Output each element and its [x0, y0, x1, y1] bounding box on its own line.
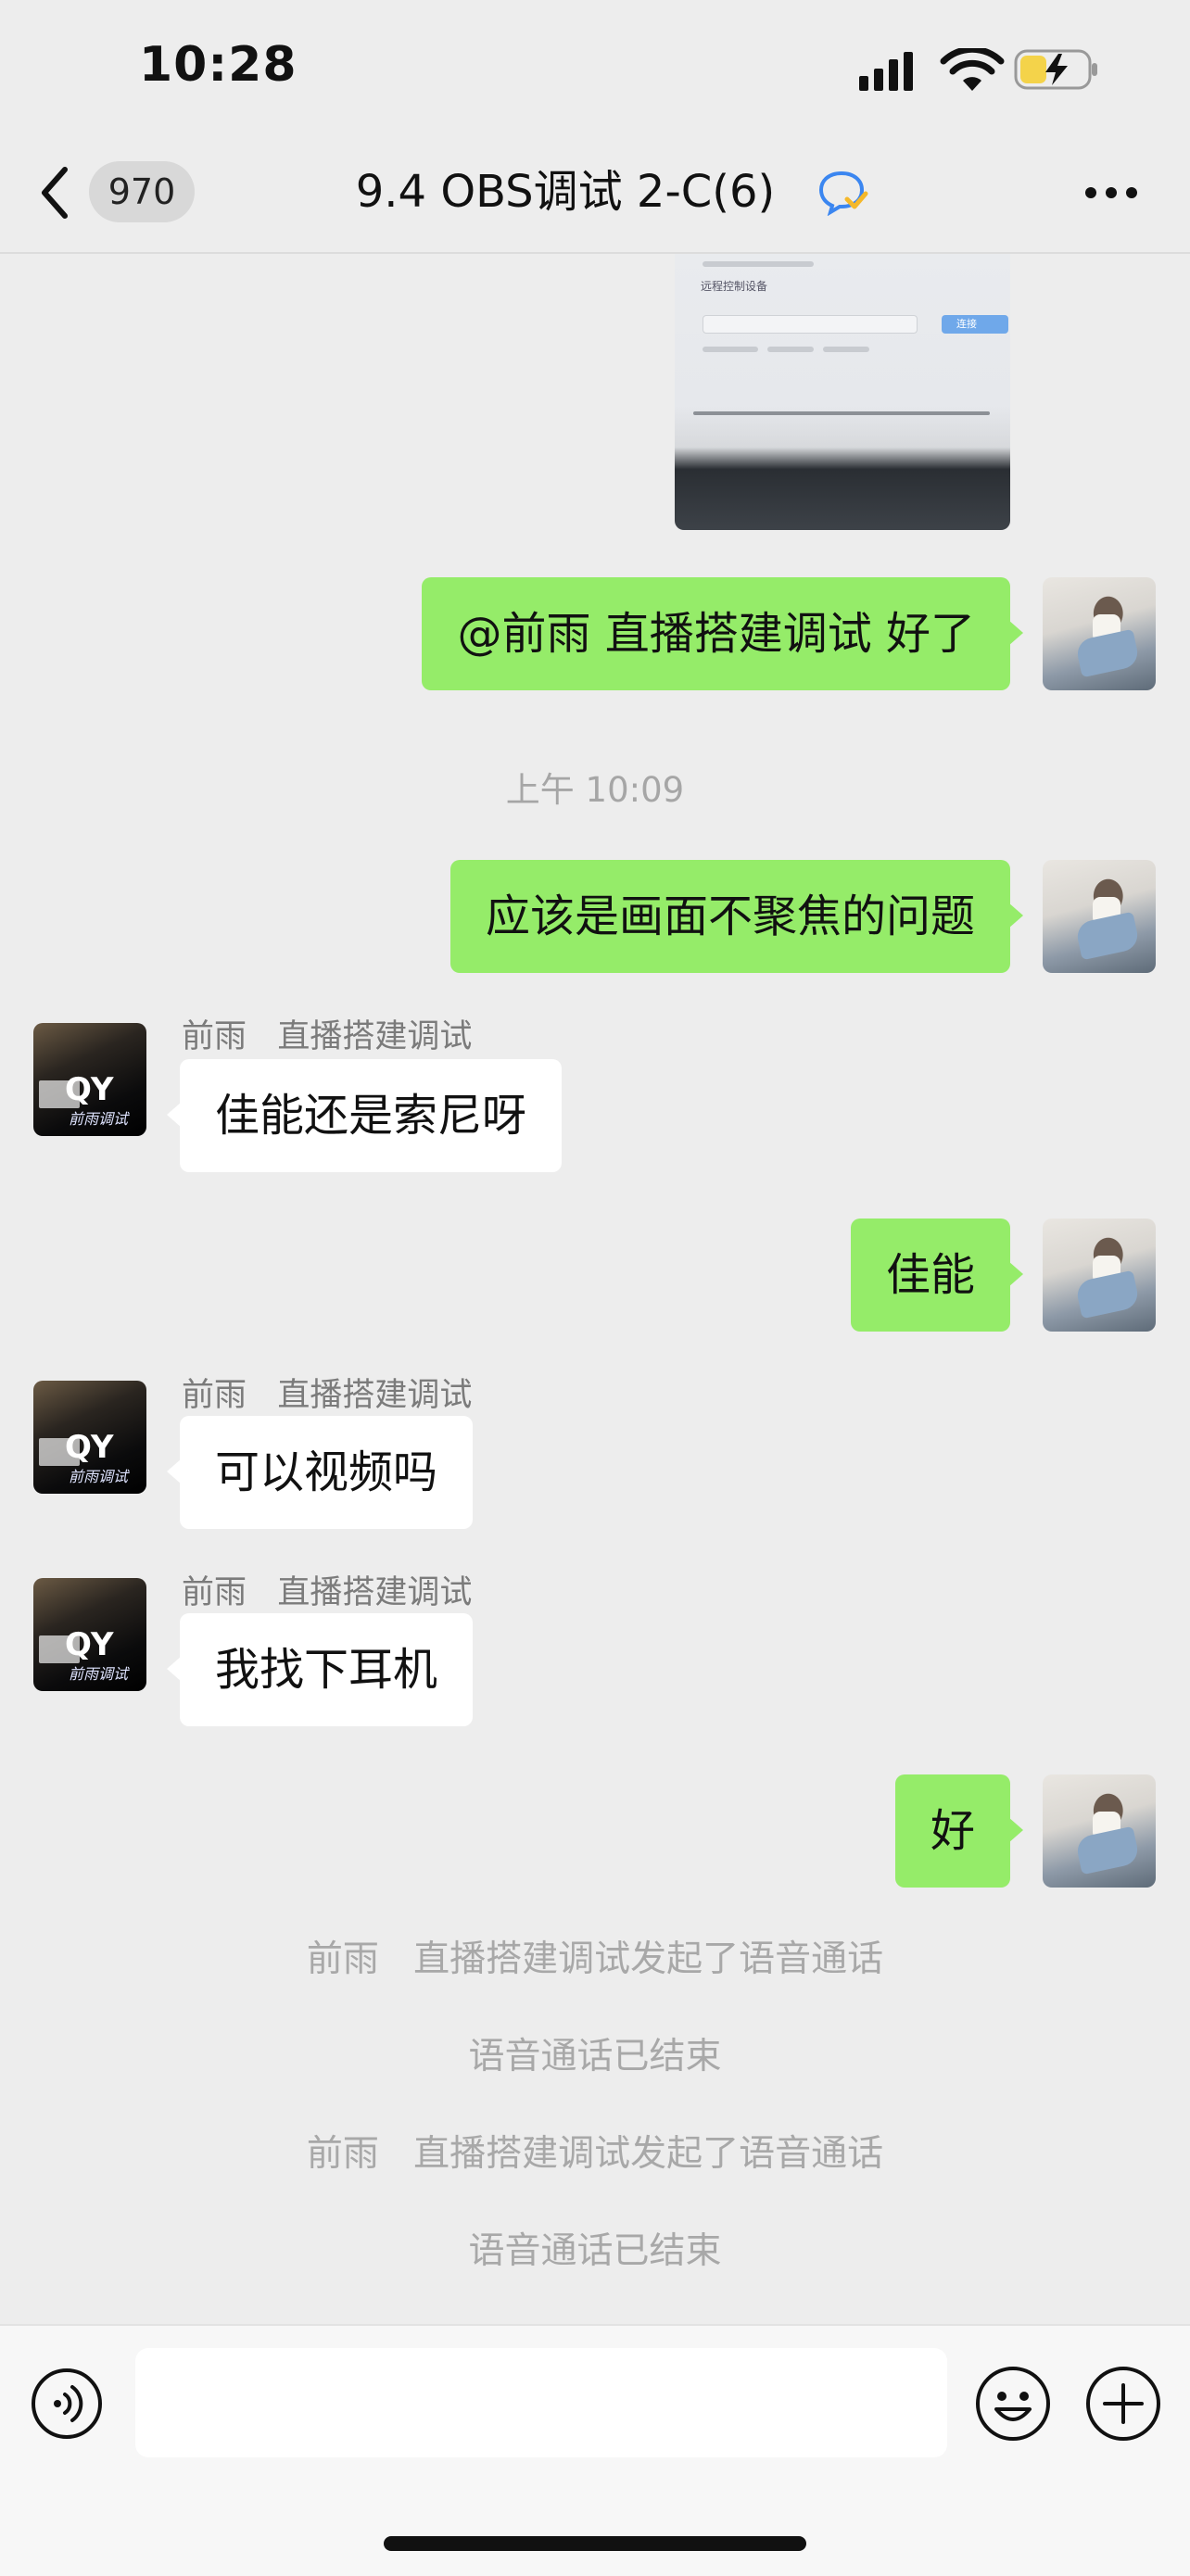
avatar-logo: QY [65, 1626, 114, 1663]
nav-divider [0, 252, 1190, 254]
avatar-logo-sub: 前雨调试 [69, 1468, 129, 1485]
battery-icon [1014, 49, 1097, 90]
my-avatar[interactable] [1043, 860, 1156, 973]
sender-name: 前雨 直播搭建调试 [182, 1377, 473, 1414]
photo-tag: 远程控制设备 [701, 280, 768, 293]
message-timestamp: 上午 10:09 [505, 770, 685, 810]
my-avatar[interactable] [1043, 577, 1156, 690]
status-time: 10:28 [139, 37, 298, 93]
message-bubble-received[interactable]: 我找下耳机 [166, 1613, 474, 1726]
contact-avatar[interactable]: QY 前雨调试 [33, 1381, 146, 1494]
avatar-logo: QY [65, 1071, 114, 1108]
avatar-logo: QY [65, 1429, 114, 1466]
plus-icon[interactable] [1084, 2365, 1162, 2443]
my-avatar[interactable] [1043, 1219, 1156, 1332]
avatar-logo-sub: 前雨调试 [69, 1110, 129, 1128]
avatar-logo-sub: 前雨调试 [69, 1665, 129, 1683]
message-bubble-sent[interactable]: 好 [894, 1774, 1024, 1888]
message-bubble-sent[interactable]: @前雨 直播搭建调试 好了 [422, 577, 1023, 690]
signal-icon [859, 52, 913, 91]
verified-icon [818, 170, 868, 216]
system-message: 语音通话已结束 [468, 2036, 722, 2077]
message-bubble-received[interactable]: 可以视频吗 [166, 1416, 474, 1529]
system-message: 前雨 直播搭建调试发起了语音通话 [306, 1938, 884, 1980]
more-icon[interactable] [1084, 185, 1138, 200]
my-avatar[interactable] [1043, 1774, 1156, 1888]
sender-name: 前雨 直播搭建调试 [182, 1018, 473, 1055]
image-message[interactable]: 远程控制设备 连接 [675, 254, 1010, 530]
home-indicator [384, 2536, 806, 2551]
emoji-icon[interactable] [974, 2365, 1052, 2443]
unread-count-badge[interactable]: 970 [89, 161, 195, 222]
system-message: 前雨 直播搭建调试发起了语音通话 [306, 2133, 884, 2175]
contact-avatar[interactable]: QY 前雨调试 [33, 1023, 146, 1136]
message-input[interactable] [135, 2348, 947, 2457]
sender-name: 前雨 直播搭建调试 [182, 1574, 473, 1611]
message-bubble-sent[interactable]: 佳能 [850, 1219, 1024, 1332]
contact-avatar[interactable]: QY 前雨调试 [33, 1578, 146, 1691]
message-bubble-received[interactable]: 佳能还是索尼呀 [166, 1059, 563, 1172]
message-bubble-sent[interactable]: 应该是画面不聚焦的问题 [449, 860, 1024, 973]
photo-button: 连接 [942, 315, 1008, 334]
back-icon[interactable] [37, 162, 74, 223]
voice-icon[interactable] [30, 2367, 104, 2441]
chat-title: 9.4 OBS调试 2-C(6) [355, 166, 776, 218]
system-message: 语音通话已结束 [468, 2230, 722, 2272]
wifi-icon [940, 48, 1005, 91]
